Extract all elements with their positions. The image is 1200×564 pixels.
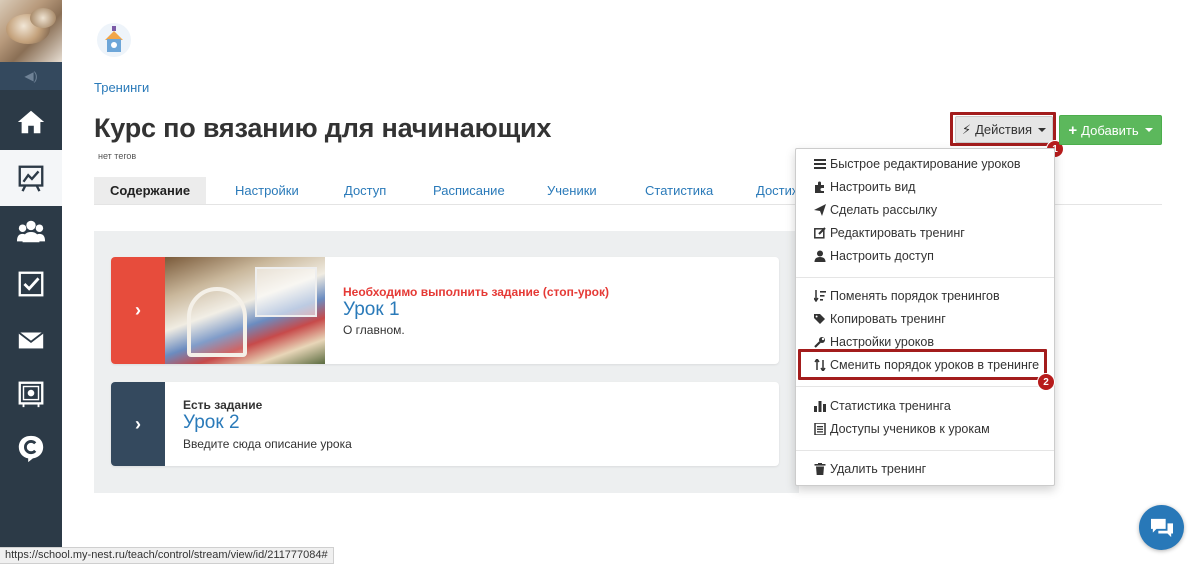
user-avatar[interactable] [0,0,62,62]
getcourse-logo-icon[interactable] [0,420,62,476]
add-dropdown-button[interactable]: + Добавить [1059,115,1162,145]
page-title: Курс по вязанию для начинающих [94,113,552,143]
menu-item-training-stats[interactable]: Статистика тренинга [814,399,951,413]
menu-divider [796,450,1054,451]
sort-icon [814,290,826,302]
user-icon [814,250,826,262]
highlight-box-actions [950,112,1056,146]
lesson-status: Есть задание [183,398,263,412]
menu-item-edit-training[interactable]: Редактировать тренинг [814,226,965,240]
sidebar: ◀) [0,0,62,564]
menu-item-student-access[interactable]: Доступы учеников к урокам [814,422,990,436]
safe-icon[interactable] [0,366,62,422]
chat-icon [1150,518,1173,537]
document-icon [814,423,826,435]
lesson-card[interactable]: › Необходимо выполнить задание (стоп-уро… [111,257,779,364]
plus-icon: + [1068,121,1078,139]
lesson-title[interactable]: Урок 1 [343,299,400,321]
speaker-icon[interactable]: ◀) [0,62,62,90]
tags-label: нет тегов [98,151,137,161]
home-icon[interactable] [0,94,62,150]
tab-schedule[interactable]: Расписание [433,177,505,204]
step-badge-2: 2 [1037,373,1055,391]
lesson-description: Введите сюда описание урока [183,437,352,451]
menu-item-mailing[interactable]: Сделать рассылку [814,203,937,217]
menu-item-reorder-trainings[interactable]: Поменять порядок тренингов [814,289,1000,303]
lesson-card[interactable]: › Есть задание Урок 2 Введите сюда описа… [111,382,779,466]
tags-icon [814,313,826,325]
list-icon [814,158,826,170]
wrench-icon [814,336,826,348]
lesson-thumbnail [165,257,325,364]
lesson-title[interactable]: Урок 2 [183,412,240,434]
menu-divider [796,277,1054,278]
send-icon [814,204,826,216]
tab-content[interactable]: Содержание [94,177,207,204]
add-button-label: Добавить [1081,122,1139,138]
tab-settings[interactable]: Настройки [235,177,299,204]
tab-achievements[interactable]: Достиж [756,177,801,204]
chat-button[interactable] [1139,505,1184,550]
menu-item-delete-training[interactable]: Удалить тренинг [814,462,926,476]
training-chart-icon[interactable] [0,150,62,206]
tab-students[interactable]: Ученики [547,177,597,204]
actions-dropdown-menu: Быстрое редактирование уроков Настроить … [795,148,1055,486]
school-logo[interactable] [96,22,132,58]
browser-status-bar: https://school.my-nest.ru/teach/control/… [0,547,334,564]
puzzle-icon [814,181,826,193]
tab-statistics[interactable]: Статистика [645,177,713,204]
lesson-handle[interactable]: › [111,257,165,364]
chevron-right-icon: › [135,413,141,434]
chevron-right-icon: › [135,300,141,320]
menu-item-quick-edit[interactable]: Быстрое редактирование уроков [814,157,1021,171]
bar-chart-icon [814,400,826,412]
edit-icon [814,227,826,239]
trash-icon [814,463,826,475]
lesson-handle[interactable]: › [111,382,165,466]
menu-item-copy-training[interactable]: Копировать тренинг [814,312,946,326]
highlight-box-reorder-lessons [798,349,1047,380]
lesson-description: О главном. [343,323,405,337]
breadcrumb[interactable]: Тренинги [94,80,149,95]
tab-access[interactable]: Доступ [344,177,386,204]
lesson-status: Необходимо выполнить задание (стоп-урок) [343,285,609,299]
users-icon[interactable] [0,203,62,259]
tasks-checkbox-icon[interactable] [0,256,62,312]
menu-divider [796,386,1054,387]
menu-item-customize-view[interactable]: Настроить вид [814,180,915,194]
menu-item-access-settings[interactable]: Настроить доступ [814,249,934,263]
menu-item-lesson-settings[interactable]: Настройки уроков [814,335,934,349]
caret-down-icon [1144,128,1153,132]
mail-icon[interactable] [0,312,62,368]
